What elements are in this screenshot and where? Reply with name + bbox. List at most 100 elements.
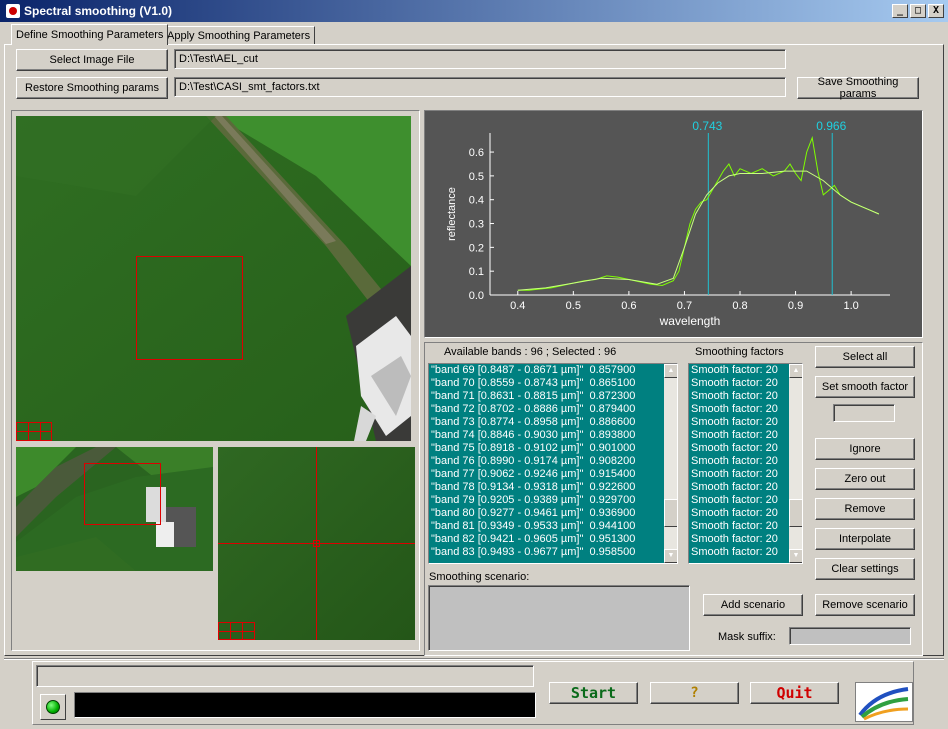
smoothing-factor-row[interactable]: Smooth factor: 20	[689, 520, 802, 533]
y-tick-label: 0.1	[469, 266, 484, 278]
remove-scenario-button[interactable]: Remove scenario	[815, 594, 915, 616]
smoothing-factor-row[interactable]: Smooth factor: 20	[689, 546, 802, 559]
scroll-up-icon[interactable]: ▲	[789, 364, 802, 378]
status-indicator	[40, 694, 66, 720]
smoothing-factor-list[interactable]: Smooth factor: 20 Smooth factor: 20 Smooth…	[688, 363, 803, 564]
scenario-box[interactable]	[428, 585, 690, 651]
smoothing-factor-row[interactable]: Smooth factor: 20	[689, 377, 802, 390]
x-tick-label: 0.5	[566, 300, 581, 312]
band-list-row[interactable]: "band 79 [0.9205 - 0.9389 µm]" 0.929700	[429, 494, 677, 507]
maximize-button[interactable]: □	[910, 4, 926, 18]
status-message-field	[36, 665, 534, 687]
select-all-button[interactable]: Select all	[815, 346, 915, 368]
remove-button[interactable]: Remove	[815, 498, 915, 520]
bands-header: Available bands : 96 ; Selected : 96	[444, 346, 617, 358]
scenario-label: Smoothing scenario:	[429, 571, 530, 583]
ignore-button[interactable]: Ignore	[815, 438, 915, 460]
zoom-image-view[interactable]	[218, 447, 415, 640]
y-tick-label: 0.6	[469, 147, 484, 159]
spectrum-plot[interactable]: 0.4 0.5 0.6 0.7 0.8 0.9 1.0 0.0 0.1 0.2 0.3 0.4 0.5 0…	[425, 111, 922, 337]
x-tick-label: 1.0	[843, 300, 858, 312]
band-list-scrollbar[interactable]: ▲ ▼	[664, 364, 677, 563]
title-bar: Spectral smoothing (V1.0) _ □ X	[0, 0, 948, 22]
zero-out-button[interactable]: Zero out	[815, 468, 915, 490]
y-tick-label: 0.3	[469, 219, 484, 231]
smoothing-factor-row[interactable]: Smooth factor: 20	[689, 364, 802, 377]
select-image-button[interactable]: Select Image File	[16, 49, 168, 71]
band-list-row[interactable]: "band 77 [0.9062 - 0.9246 µm]" 0.915400	[429, 468, 677, 481]
band-list-row[interactable]: "band 80 [0.9277 - 0.9461 µm]" 0.936900	[429, 507, 677, 520]
smoothing-factor-row[interactable]: Smooth factor: 20	[689, 429, 802, 442]
band-list-row[interactable]: "band 78 [0.9134 - 0.9318 µm]" 0.922600	[429, 481, 677, 494]
start-button[interactable]: Start	[549, 682, 638, 704]
tab-define-smoothing[interactable]: Define Smoothing Parameters	[11, 24, 169, 45]
image-path-field[interactable]: D:\Test\AEL_cut	[174, 49, 786, 69]
smoothing-factor-row[interactable]: Smooth factor: 20	[689, 507, 802, 520]
band-list-row[interactable]: "band 69 [0.8487 - 0.8671 µm]" 0.857900	[429, 364, 677, 377]
y-tick-label: 0.0	[469, 290, 484, 302]
crosshair-center	[313, 540, 320, 547]
band-list-row[interactable]: "band 70 [0.8559 - 0.8743 µm]" 0.865100	[429, 377, 677, 390]
smoothing-list-scrollbar[interactable]: ▲ ▼	[789, 364, 802, 563]
wavelength-marker-label: 0.743	[692, 119, 722, 133]
smoothing-factor-row[interactable]: Smooth factor: 20	[689, 481, 802, 494]
help-button[interactable]: ?	[650, 682, 739, 704]
y-axis-label: reflectance	[446, 187, 458, 241]
x-tick-label: 0.8	[732, 300, 747, 312]
scroll-up-icon[interactable]: ▲	[664, 364, 677, 378]
save-params-button[interactable]: Save Smoothing params	[797, 76, 919, 100]
set-smooth-factor-button[interactable]: Set smooth factor	[815, 376, 915, 398]
scroll-down-icon[interactable]: ▼	[664, 549, 677, 563]
smoothing-factors-header: Smoothing factors	[695, 346, 784, 358]
smoothing-factor-row[interactable]: Smooth factor: 20	[689, 455, 802, 468]
selection-rectangle[interactable]	[136, 256, 243, 360]
x-axis-label: wavelength	[659, 314, 721, 328]
smooth-factor-input[interactable]	[833, 404, 895, 422]
logo-swoosh-icon	[858, 687, 909, 721]
params-path-field[interactable]: D:\Test\CASI_smt_factors.txt	[174, 77, 786, 97]
x-tick-label: 0.7	[677, 300, 692, 312]
add-scenario-button[interactable]: Add scenario	[703, 594, 803, 616]
wavelength-marker-label: 0.966	[816, 119, 846, 133]
quit-button[interactable]: Quit	[750, 682, 839, 704]
clear-settings-button[interactable]: Clear settings	[815, 558, 915, 580]
x-tick-label: 0.4	[510, 300, 525, 312]
scroll-down-icon[interactable]: ▼	[789, 549, 802, 563]
logo	[855, 682, 913, 722]
main-image-view[interactable]	[16, 116, 411, 441]
smoothing-factor-row[interactable]: Smooth factor: 20	[689, 390, 802, 403]
mask-suffix-input[interactable]	[789, 627, 911, 645]
close-button[interactable]: X	[928, 4, 944, 18]
band-list-row[interactable]: "band 75 [0.8918 - 0.9102 µm]" 0.901000	[429, 442, 677, 455]
tab-apply-smoothing[interactable]: Apply Smoothing Parameters	[162, 26, 316, 45]
spectrum-line	[517, 135, 880, 291]
band-list-row[interactable]: "band 81 [0.9349 - 0.9533 µm]" 0.944100	[429, 520, 677, 533]
scroll-thumb[interactable]	[789, 499, 802, 527]
zoom-grid-indicator	[16, 422, 52, 441]
band-list-row[interactable]: "band 82 [0.9421 - 0.9605 µm]" 0.951300	[429, 533, 677, 546]
y-tick-label: 0.5	[469, 171, 484, 183]
scroll-thumb[interactable]	[664, 499, 677, 527]
band-list-row[interactable]: "band 83 [0.9493 - 0.9677 µm]" 0.958500	[429, 546, 677, 559]
band-list[interactable]: "band 69 [0.8487 - 0.8671 µm]" 0.857900 "…	[428, 363, 678, 564]
smoothing-factor-row[interactable]: Smooth factor: 20	[689, 533, 802, 546]
overview-image-view[interactable]	[16, 447, 213, 571]
interpolate-button[interactable]: Interpolate	[815, 528, 915, 550]
band-list-row[interactable]: "band 76 [0.8990 - 0.9174 µm]" 0.908200	[429, 455, 677, 468]
x-tick-label: 0.9	[788, 300, 803, 312]
smoothing-factor-row[interactable]: Smooth factor: 20	[689, 494, 802, 507]
smoothing-factor-row[interactable]: Smooth factor: 20	[689, 442, 802, 455]
smoothing-factor-row[interactable]: Smooth factor: 20	[689, 468, 802, 481]
band-list-row[interactable]: "band 74 [0.8846 - 0.9030 µm]" 0.893800	[429, 429, 677, 442]
smoothing-factor-row[interactable]: Smooth factor: 20	[689, 403, 802, 416]
band-list-row[interactable]: "band 71 [0.8631 - 0.8815 µm]" 0.872300	[429, 390, 677, 403]
minimize-button[interactable]: _	[892, 4, 908, 18]
band-list-row[interactable]: "band 72 [0.8702 - 0.8886 µm]" 0.879400	[429, 403, 677, 416]
status-light-icon	[46, 700, 60, 714]
separator	[4, 658, 944, 660]
smoothing-factor-row[interactable]: Smooth factor: 20	[689, 416, 802, 429]
smoothed-spectrum-line	[517, 170, 880, 291]
band-list-row[interactable]: "band 73 [0.8774 - 0.8958 µm]" 0.886600	[429, 416, 677, 429]
overview-selection-rectangle[interactable]	[84, 463, 161, 525]
restore-params-button[interactable]: Restore Smoothing params	[16, 77, 168, 99]
